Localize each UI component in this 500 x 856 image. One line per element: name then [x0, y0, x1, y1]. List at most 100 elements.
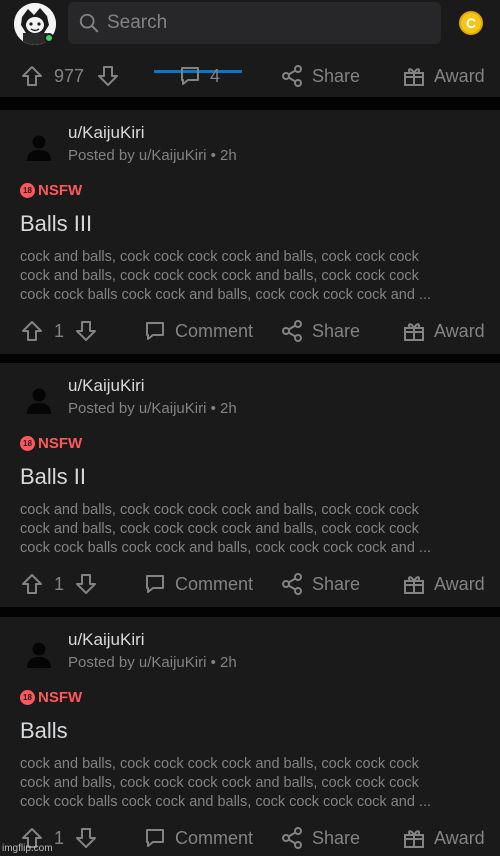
nsfw-tag: 18 NSFW	[20, 182, 82, 199]
share-label: Share	[312, 827, 361, 848]
upvote-arrow-icon	[22, 321, 42, 341]
post-actions: 1 Comment Share Award	[0, 315, 500, 347]
award-gift-icon	[404, 830, 424, 848]
comment-button[interactable]: Comment	[143, 826, 253, 850]
comment-bubble-icon	[146, 829, 164, 847]
coin-letter: C	[465, 15, 477, 31]
award-button[interactable]: Award	[402, 572, 485, 596]
post-title[interactable]: Balls II	[20, 464, 86, 490]
post-title[interactable]: Balls III	[20, 211, 92, 237]
award-button[interactable]: Award	[402, 319, 485, 343]
share-label: Share	[312, 320, 361, 341]
downvote-button[interactable]	[74, 572, 98, 596]
post-card[interactable]: u/KaijuKiri Posted by u/KaijuKiri • 2h 1…	[0, 363, 500, 607]
nsfw-tag: 18 NSFW	[20, 435, 82, 452]
comment-count: 4	[210, 65, 221, 86]
comment-label: Comment	[175, 573, 254, 594]
post-body-line: cock cock balls cock cock and balls, coc…	[20, 540, 431, 556]
award-button[interactable]: Award	[402, 64, 485, 88]
vote-count: 1	[54, 574, 64, 595]
post-username[interactable]: u/KaijuKiri	[68, 630, 145, 650]
downvote-arrow-icon	[76, 574, 96, 594]
nsfw-tag: 18 NSFW	[20, 689, 82, 706]
share-icon	[282, 573, 302, 595]
comments-button[interactable]: 4	[178, 64, 220, 88]
top-bar: Search C	[0, 0, 500, 50]
search-placeholder: Search	[107, 12, 168, 33]
vote-count: 1	[54, 321, 64, 342]
award-gift-icon	[404, 323, 424, 341]
vote-count: 1	[54, 828, 64, 849]
user-avatar-icon	[27, 135, 51, 161]
online-status-dot	[44, 33, 54, 43]
vote-count-text: 1	[54, 574, 65, 594]
downvote-button[interactable]	[96, 64, 120, 88]
post-actions: 1 Comment Share Award	[0, 568, 500, 600]
comment-button[interactable]: Comment	[143, 572, 253, 596]
upvote-arrow-icon	[22, 66, 42, 86]
comment-label: Comment	[175, 320, 254, 341]
downvote-button[interactable]	[74, 826, 98, 850]
vote-count-text: 977	[54, 66, 85, 86]
post-age: 2h	[220, 654, 237, 671]
upvote-arrow-icon	[22, 574, 42, 594]
post-username[interactable]: u/KaijuKiri	[68, 376, 145, 396]
post-body-line: cock cock balls cock cock and balls, coc…	[20, 287, 431, 303]
post-body-line: cock and balls, cock cock cock cock and …	[20, 249, 419, 265]
award-label: Award	[434, 573, 485, 594]
downvote-button[interactable]	[74, 319, 98, 343]
share-button[interactable]: Share	[280, 826, 360, 850]
post-body[interactable]: cock and balls, cock cock cock cock and …	[20, 501, 486, 558]
downvote-arrow-icon	[98, 66, 118, 86]
post-username[interactable]: u/KaijuKiri	[68, 123, 145, 143]
post-body-line: cock and balls, cock cock cock cock and …	[20, 775, 419, 791]
profile-avatar[interactable]	[14, 3, 56, 45]
share-button[interactable]: Share	[280, 319, 360, 343]
nsfw-18-icon: 18	[20, 183, 35, 198]
award-label: Award	[434, 65, 485, 86]
upvote-button[interactable]	[20, 572, 44, 596]
post-card[interactable]: u/KaijuKiri Posted by u/KaijuKiri • 2h 1…	[0, 110, 500, 354]
previous-post-actions: 977 4 Share Award	[0, 50, 500, 97]
nsfw-label: NSFW	[38, 435, 83, 452]
award-button[interactable]: Award	[402, 826, 485, 850]
post-actions: 1 Comment Share Award	[0, 822, 500, 854]
post-title[interactable]: Balls	[20, 718, 68, 744]
search-bar[interactable]: Search	[68, 2, 441, 44]
post-body-line: cock and balls, cock cock cock cock and …	[20, 756, 419, 772]
comment-bubble-icon	[146, 322, 164, 340]
nsfw-18-icon: 18	[20, 436, 35, 451]
user-avatar-icon	[27, 642, 51, 668]
posted-by-text: Posted by u/KaijuKiri	[68, 654, 207, 671]
comment-button[interactable]: Comment	[143, 319, 253, 343]
post-age: 2h	[220, 400, 237, 417]
nsfw-label: NSFW	[38, 689, 83, 706]
share-label: Share	[312, 65, 361, 86]
comment-bubble-icon	[181, 67, 199, 85]
post-meta: Posted by u/KaijuKiri • 2h	[68, 654, 237, 671]
comment-bubble-icon	[146, 575, 164, 593]
share-button[interactable]: Share	[280, 64, 360, 88]
coin-icon[interactable]: C	[459, 11, 483, 35]
comment-label: Comment	[175, 827, 254, 848]
post-body[interactable]: cock and balls, cock cock cock cock and …	[20, 248, 486, 305]
post-meta: Posted by u/KaijuKiri • 2h	[68, 400, 237, 417]
downvote-arrow-icon	[76, 828, 96, 848]
upvote-button[interactable]	[20, 64, 44, 88]
vote-count-text: 1	[54, 321, 65, 341]
share-icon	[282, 827, 302, 849]
share-icon	[282, 65, 302, 87]
share-icon	[282, 320, 302, 342]
nsfw-label: NSFW	[38, 182, 83, 199]
award-label: Award	[434, 827, 485, 848]
share-label: Share	[312, 573, 361, 594]
watermark: imgflip.com	[2, 843, 53, 854]
upvote-button[interactable]	[20, 319, 44, 343]
post-body-line: cock cock balls cock cock and balls, coc…	[20, 794, 431, 810]
post-card[interactable]: u/KaijuKiri Posted by u/KaijuKiri • 2h 1…	[0, 617, 500, 856]
vote-count: 977	[54, 66, 84, 87]
post-body[interactable]: cock and balls, cock cock cock cock and …	[20, 755, 486, 812]
share-button[interactable]: Share	[280, 572, 360, 596]
posted-by-text: Posted by u/KaijuKiri	[68, 147, 207, 164]
posted-by-text: Posted by u/KaijuKiri	[68, 400, 207, 417]
